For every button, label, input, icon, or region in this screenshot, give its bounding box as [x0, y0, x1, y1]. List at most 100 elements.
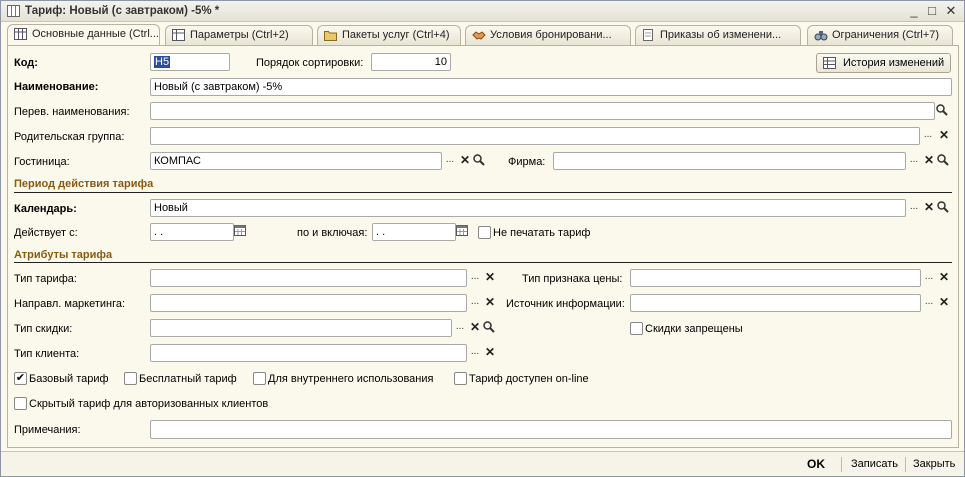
- discount-type-label: Тип скидки:: [14, 323, 73, 335]
- valid-to-label: по и включая:: [297, 227, 368, 239]
- discount-type-input[interactable]: [150, 319, 452, 337]
- price-sign-type-input[interactable]: [630, 269, 921, 287]
- name-label: Наименование:: [14, 81, 99, 93]
- clear-icon[interactable]: ✕: [457, 153, 473, 169]
- select-button[interactable]: ...: [906, 153, 922, 169]
- clear-icon[interactable]: ✕: [936, 128, 952, 144]
- base-tariff-label: Базовый тариф: [29, 373, 109, 385]
- internal-use-checkbox[interactable]: [253, 372, 266, 385]
- folder-icon: [324, 29, 337, 41]
- table-icon: [172, 29, 185, 41]
- save-button[interactable]: Записать: [851, 458, 898, 470]
- marketing-label: Направл. маркетинга:: [14, 298, 126, 310]
- hotel-input[interactable]: КОМПАС: [150, 152, 442, 170]
- select-button[interactable]: ...: [467, 295, 483, 311]
- document-icon: [642, 29, 655, 41]
- firm-input[interactable]: [553, 152, 906, 170]
- table-icon: [7, 5, 20, 17]
- price-sign-type-label: Тип признака цены:: [522, 273, 623, 285]
- name-input[interactable]: Новый (с завтраком) -5%: [150, 78, 952, 96]
- select-button[interactable]: ...: [921, 270, 937, 286]
- parent-group-label: Родительская группа:: [14, 131, 125, 143]
- clear-icon[interactable]: ✕: [482, 295, 498, 311]
- select-button[interactable]: ...: [452, 320, 468, 336]
- info-source-input[interactable]: [630, 294, 921, 312]
- tariff-type-input[interactable]: [150, 269, 467, 287]
- table-icon: [823, 57, 836, 69]
- client-type-label: Тип клиента:: [14, 348, 80, 360]
- tab-label: Приказы об изменени...: [660, 29, 782, 41]
- tab-booking-conditions[interactable]: Условия бронировани...: [465, 25, 631, 45]
- tab-parameters[interactable]: Параметры (Ctrl+2): [165, 25, 313, 45]
- free-tariff-label: Бесплатный тариф: [139, 373, 237, 385]
- valid-to-input[interactable]: . .: [372, 223, 456, 241]
- hidden-tariff-checkbox[interactable]: [14, 397, 27, 410]
- tab-restrictions[interactable]: Ограничения (Ctrl+7): [807, 25, 953, 45]
- valid-from-input[interactable]: . .: [150, 223, 234, 241]
- search-icon[interactable]: [482, 320, 498, 336]
- translated-name-input[interactable]: [150, 102, 935, 120]
- select-button[interactable]: ...: [467, 270, 483, 286]
- client-type-input[interactable]: [150, 344, 467, 362]
- discounts-forbidden-checkbox[interactable]: [630, 322, 643, 335]
- clear-icon[interactable]: ✕: [921, 200, 937, 216]
- search-icon[interactable]: [935, 103, 951, 119]
- sort-order-label: Порядок сортировки:: [256, 57, 364, 69]
- tariff-window: Тариф: Новый (с завтраком) -5% * _ □ ✕ О…: [0, 0, 965, 477]
- title-bar: Тариф: Новый (с завтраком) -5% * _ □ ✕: [1, 1, 964, 22]
- code-input[interactable]: H5: [150, 53, 230, 71]
- search-icon[interactable]: [936, 153, 952, 169]
- search-icon[interactable]: [472, 153, 488, 169]
- calendar-label: Календарь:: [14, 203, 77, 215]
- code-label: Код:: [14, 57, 38, 69]
- parent-group-input[interactable]: [150, 127, 920, 145]
- online-label: Тариф доступен on-line: [469, 373, 589, 385]
- history-button[interactable]: История изменений: [816, 53, 951, 73]
- no-print-checkbox[interactable]: [478, 226, 491, 239]
- clear-icon[interactable]: ✕: [482, 270, 498, 286]
- section-divider: [14, 192, 952, 193]
- handshake-icon: [472, 29, 486, 41]
- code-value: H5: [154, 56, 171, 68]
- clear-icon[interactable]: ✕: [482, 345, 498, 361]
- info-source-label: Источник информации:: [506, 298, 625, 310]
- close-button[interactable]: Закрыть: [913, 458, 955, 470]
- free-tariff-checkbox[interactable]: [124, 372, 137, 385]
- base-tariff-checkbox[interactable]: ✔: [14, 372, 27, 385]
- online-checkbox[interactable]: [454, 372, 467, 385]
- clear-icon[interactable]: ✕: [936, 270, 952, 286]
- select-button[interactable]: ...: [921, 295, 937, 311]
- notes-label: Примечания:: [14, 424, 81, 436]
- internal-use-label: Для внутреннего использования: [268, 373, 434, 385]
- select-button[interactable]: ...: [442, 153, 458, 169]
- maximize-button[interactable]: □: [923, 3, 941, 19]
- discounts-forbidden-label: Скидки запрещены: [645, 323, 743, 335]
- tab-service-packages[interactable]: Пакеты услуг (Ctrl+4): [317, 25, 461, 45]
- attributes-section-header: Атрибуты тарифа: [14, 249, 113, 261]
- tab-main-data[interactable]: Основные данные (Ctrl...: [7, 24, 160, 46]
- tab-label: Основные данные (Ctrl...: [32, 28, 159, 40]
- select-button[interactable]: ...: [906, 200, 922, 216]
- marketing-input[interactable]: [150, 294, 467, 312]
- ok-button[interactable]: OK: [807, 457, 825, 471]
- clear-icon[interactable]: ✕: [936, 295, 952, 311]
- clear-icon[interactable]: ✕: [921, 153, 937, 169]
- sort-order-input[interactable]: 10: [371, 53, 451, 71]
- search-icon[interactable]: [936, 200, 952, 216]
- minimize-button[interactable]: _: [905, 3, 923, 19]
- history-button-label: История изменений: [843, 57, 945, 69]
- tab-change-orders[interactable]: Приказы об изменени...: [635, 25, 801, 45]
- calendar-input[interactable]: Новый: [150, 199, 906, 217]
- select-button[interactable]: ...: [467, 345, 483, 361]
- select-button[interactable]: ...: [920, 128, 936, 144]
- tab-label: Ограничения (Ctrl+7): [832, 29, 940, 41]
- clear-icon[interactable]: ✕: [467, 320, 483, 336]
- calendar-icon[interactable]: [456, 224, 472, 240]
- notes-input[interactable]: [150, 420, 952, 439]
- period-section-header: Период действия тарифа: [14, 178, 154, 190]
- no-print-label: Не печатать тариф: [493, 227, 591, 239]
- table-icon: [14, 28, 27, 40]
- close-window-button[interactable]: ✕: [942, 3, 960, 19]
- calendar-icon[interactable]: [234, 224, 250, 240]
- separator: [905, 457, 906, 472]
